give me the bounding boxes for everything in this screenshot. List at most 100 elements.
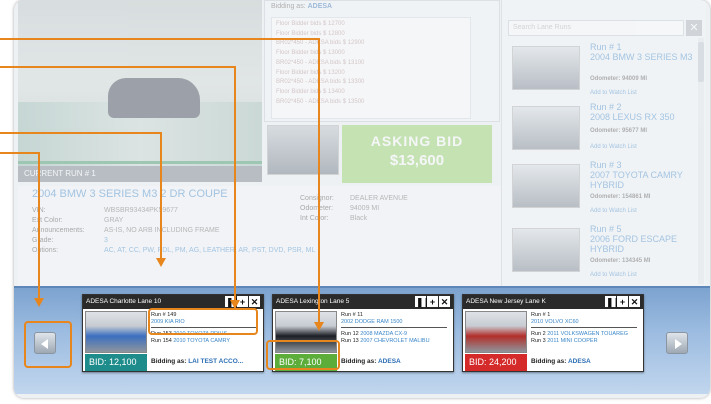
run-odometer: Odometer: 94009 MI <box>590 76 648 82</box>
callout-highlight-prev-button <box>24 321 72 368</box>
lane-bid: BID: 24,200 <box>465 354 527 371</box>
lane-vehicle-photo <box>85 311 147 353</box>
details-values-right: DEALER AVENUE 94009 MI Black <box>350 194 408 224</box>
run-odometer: Odometer: 134345 MI <box>590 258 651 264</box>
bidding-as: Bidding as: ADESA <box>271 3 333 10</box>
callout-line <box>0 38 320 40</box>
arrow-right-icon <box>675 339 682 349</box>
run-list-item[interactable]: Run # 1 2004 BMW 3 SERIES M3 Odometer: 9… <box>508 40 698 100</box>
int-color-label: Int Color: <box>300 215 329 222</box>
vehicle-thumbnail <box>512 46 580 90</box>
consignor-value: DEALER AVENUE <box>350 195 408 202</box>
upcoming-run: Run 3 2011 MINI COOPER <box>531 338 598 344</box>
odometer-label: Odometer: <box>300 205 334 212</box>
auction-window: CURRENT RUN # 1 Bidding as: ADESA Floor … <box>14 0 710 398</box>
close-icon[interactable]: ✕ <box>629 296 640 307</box>
current-run-vehicle: 2002 DODGE RAM 1500 <box>341 319 403 325</box>
upcoming-run: Run 154 2010 TOYOTA CAMRY <box>151 338 231 344</box>
callout-line <box>38 152 40 302</box>
bid-log-entry: BR02*450 - ADESA bids $ 12900 <box>276 40 365 47</box>
bid-log-entry: BR02*450 - ADESA bids $ 13500 <box>276 98 365 105</box>
current-run-label: Run # 11 <box>341 312 363 318</box>
live-video-feed <box>18 0 262 182</box>
asking-bid-label: ASKING BID <box>370 133 464 149</box>
callout-line <box>234 66 236 308</box>
lane-card[interactable]: ADESA New Jersey Lane K ❚❚ + ✕ BID: 24,2… <box>462 294 644 372</box>
asking-bid-amount: $13,600 <box>389 152 445 169</box>
bid-log-entry: BR02*450 - ADESA bids $ 13300 <box>276 79 365 86</box>
lane-bidding-as: Bidding as: ADESA <box>341 358 401 365</box>
lane-strip: ADESA Charlotte Lane 10 ❚❚ + ✕ BID: 12,1… <box>14 286 710 394</box>
announcements-value: AS-IS, NO ARB INCLUDING FRAME <box>104 227 220 234</box>
bid-log-entry: BR02*450 - ADESA bids $ 13100 <box>276 59 365 66</box>
screenshot: CURRENT RUN # 1 Bidding as: ADESA Floor … <box>0 0 711 404</box>
run-number: Run # 1 <box>590 42 622 52</box>
callout-highlight-current-run <box>148 308 258 335</box>
current-run-label: Run # 1 <box>531 312 551 318</box>
callout-arrow <box>34 298 44 307</box>
run-vehicle: 2008 LEXUS RX 350 <box>590 112 675 122</box>
close-icon[interactable]: ✕ <box>686 20 702 36</box>
pause-icon[interactable]: ❚❚ <box>605 296 621 307</box>
run-list-item[interactable]: Run # 2 2008 LEXUS RX 350 Odometer: 9567… <box>508 100 698 160</box>
consignor-label: Consignor: <box>300 195 334 202</box>
close-icon[interactable]: ✕ <box>249 296 260 307</box>
vehicle-details: 2004 BMW 3 SERIES M3 2 DR COUPE VIN: Ext… <box>18 186 502 286</box>
scrollbar-thumb[interactable] <box>698 42 704 82</box>
run-list-panel: Search Lane Runs ✕ Run # 1 2004 BMW 3 SE… <box>501 0 706 288</box>
lane-bidding-as: Bidding as: ADESA <box>531 358 591 365</box>
run-odometer: Odometer: 154861 MI <box>590 194 651 200</box>
lane-vehicle-photo <box>465 311 527 353</box>
upcoming-run: Run 2 2011 VOLKSWAGEN TOUAREG <box>531 331 629 337</box>
video-floor-stripe <box>18 161 262 164</box>
callout-arrow <box>230 300 240 309</box>
current-vehicle-thumbnail <box>267 125 339 175</box>
ext-color-value: GRAY <box>104 217 124 224</box>
close-icon[interactable]: ✕ <box>439 296 450 307</box>
run-number: Run # 2 <box>590 102 622 112</box>
add-to-watch-list-link[interactable]: Add to Watch List <box>590 90 637 96</box>
add-icon[interactable]: + <box>617 296 628 307</box>
details-labels-right: Consignor: Odometer: Int Color: <box>300 194 334 224</box>
search-input[interactable]: Search Lane Runs <box>508 20 684 36</box>
lane-bid: BID: 12,100 <box>85 354 147 371</box>
run-list-item[interactable]: Run # 3 2007 TOYOTA CAMRY HYBRID Odomete… <box>508 158 698 218</box>
active-lane-panel: CURRENT RUN # 1 Bidding as: ADESA Floor … <box>14 0 710 288</box>
add-to-watch-list-link[interactable]: Add to Watch List <box>590 144 637 150</box>
bid-log-list[interactable]: Floor Bidder bids $ 12700 Floor Bidder b… <box>271 17 471 119</box>
vin-value: WBSBR93434PK59677 <box>104 207 178 214</box>
lane-name: ADESA Charlotte Lane 10 <box>86 298 162 305</box>
current-run-vehicle: 2010 VOLVO XC60 <box>531 319 579 325</box>
bid-log-panel: Bidding as: ADESA Floor Bidder bids $ 12… <box>264 0 500 122</box>
asking-bid-button[interactable]: ASKING BID $13,600 <box>342 125 492 183</box>
vehicle-thumbnail <box>512 106 580 150</box>
bid-log-entry: Floor Bidder bids $ 13200 <box>276 69 345 76</box>
run-vehicle: 2006 FORD ESCAPE HYBRID <box>590 234 678 254</box>
run-odometer: Odometer: 95677 MI <box>590 128 648 134</box>
callout-line <box>0 132 162 134</box>
scrollbar[interactable] <box>698 38 704 284</box>
int-color-value: Black <box>350 215 368 222</box>
upcoming-run: Run 13 2007 CHEVROLET MALIBU <box>341 338 430 344</box>
callout-arrow <box>156 258 166 267</box>
add-icon[interactable]: + <box>427 296 438 307</box>
odometer-value: 94009 MI <box>350 205 380 212</box>
divider <box>531 327 637 328</box>
callout-line <box>0 66 236 68</box>
callout-highlight-bid <box>266 340 340 370</box>
run-number: Run # 3 <box>590 160 622 170</box>
lane-next-button[interactable] <box>666 332 688 354</box>
run-list-item[interactable]: Run # 5 2006 FORD ESCAPE HYBRID Odometer… <box>508 222 698 282</box>
add-to-watch-list-link[interactable]: Add to Watch List <box>590 208 637 214</box>
callout-line <box>160 132 162 264</box>
pause-icon[interactable]: ❚❚ <box>415 296 431 307</box>
bid-log-entry: Floor Bidder bids $ 13000 <box>276 50 345 57</box>
vehicle-title: 2004 BMW 3 SERIES M3 2 DR COUPE <box>32 188 228 200</box>
add-to-watch-list-link[interactable]: Add to Watch List <box>590 272 637 278</box>
bid-log-entry: Floor Bidder bids $ 12700 <box>276 21 345 27</box>
grade-value[interactable]: 3 <box>104 236 315 246</box>
details-values-left: WBSBR93434PK59677 GRAY AS-IS, NO ARB INC… <box>104 206 315 256</box>
callout-line <box>318 38 320 324</box>
run-vehicle: 2004 BMW 3 SERIES M3 <box>590 52 693 62</box>
bid-log-entry: Floor Bidder bids $ 13400 <box>276 88 345 95</box>
